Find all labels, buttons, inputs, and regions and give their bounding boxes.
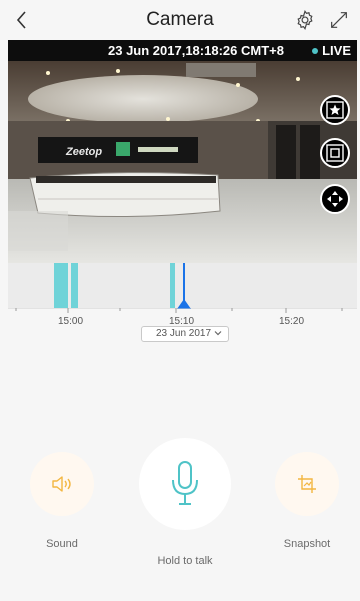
selected-date: 23 Jun 2017 (156, 328, 212, 339)
date-selector[interactable]: 23 Jun 2017 (141, 326, 229, 342)
hold-to-talk-label: Hold to talk (157, 555, 213, 567)
record-button[interactable] (320, 138, 350, 168)
live-dot-icon (312, 47, 319, 54)
sound-button[interactable] (30, 452, 94, 516)
recording-segment (54, 263, 68, 308)
crop-snapshot-icon (298, 475, 316, 493)
pan-tilt-button[interactable] (320, 184, 350, 214)
camera-scene-image: Zeetop (8, 61, 357, 263)
recording-segment (71, 263, 78, 308)
hold-to-talk-button[interactable] (139, 438, 231, 530)
recording-segment (170, 263, 175, 308)
video-status-bar: 23 Jun 2017,18:18:26 CMT+8 LIVE (8, 40, 357, 61)
timeline-tick-label: 15:20 (279, 316, 305, 327)
sound-label: Sound (46, 538, 78, 550)
camera-video-feed[interactable]: Zeetop 23 Jun 2017,18:18:26 CMT+8 LIVE (8, 40, 357, 263)
gear-icon[interactable] (294, 9, 316, 31)
timeline-ticks (8, 308, 357, 313)
pan-tilt-icon (327, 191, 343, 207)
microphone-icon (172, 461, 198, 505)
expand-arrows-icon[interactable] (328, 9, 350, 31)
live-indicator: LIVE (312, 43, 351, 58)
top-bar: Camera (0, 0, 360, 40)
video-timestamp: 23 Jun 2017,18:18:26 CMT+8 (108, 43, 284, 58)
snapshot-button[interactable] (275, 452, 339, 516)
snapshot-label: Snapshot (283, 538, 331, 550)
star-bookmark-icon (326, 101, 344, 119)
chevron-down-icon (214, 331, 222, 336)
record-icon (326, 144, 344, 162)
live-label: LIVE (322, 43, 351, 58)
timeline-tick-label: 15:00 (58, 316, 84, 327)
bookmark-button[interactable] (320, 95, 350, 125)
speaker-icon (52, 476, 71, 492)
zeetop-sign: Zeetop (65, 146, 102, 158)
